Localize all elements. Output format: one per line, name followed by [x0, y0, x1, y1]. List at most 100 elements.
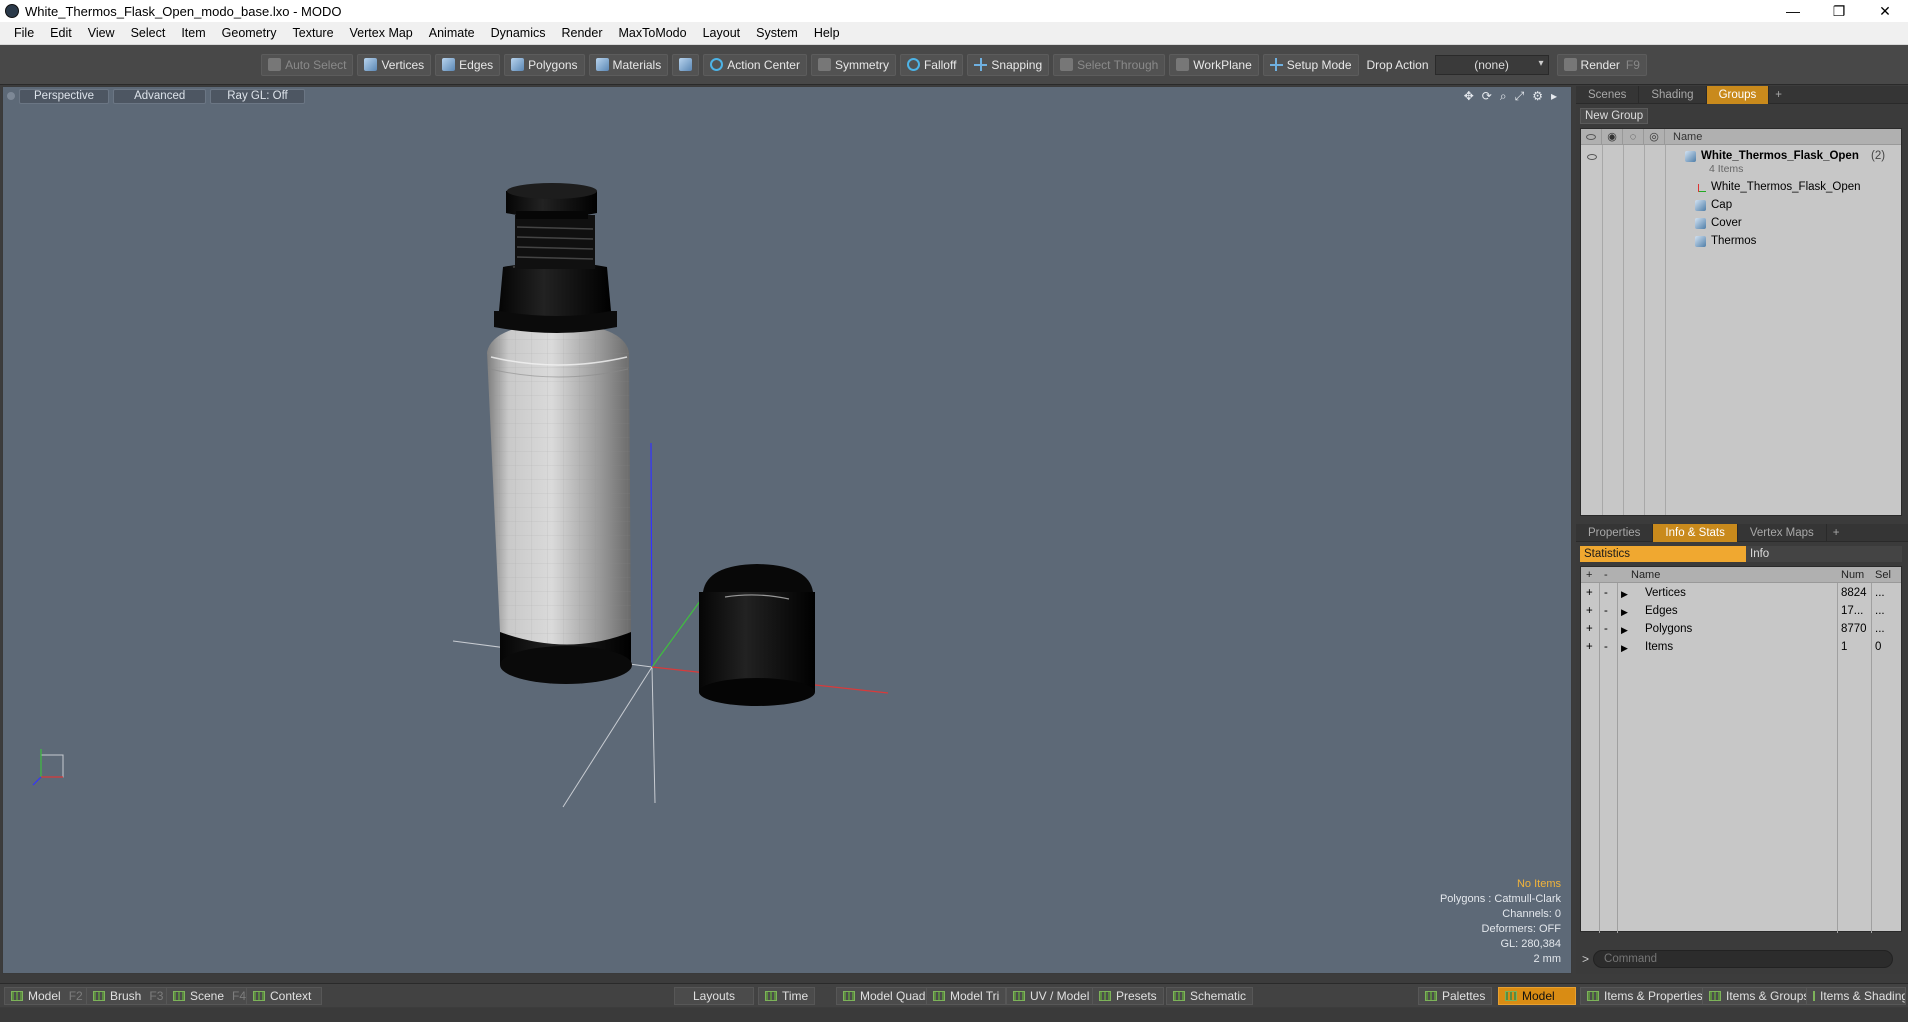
polygons-button[interactable]: Polygons [504, 53, 585, 76]
tree-item-cover[interactable]: Cover [1581, 214, 1901, 232]
menu-view[interactable]: View [80, 26, 123, 40]
items-properties-tab[interactable]: Items & Properties [1580, 987, 1710, 1005]
minimize-button[interactable]: — [1770, 0, 1816, 22]
menu-vertex-map[interactable]: Vertex Map [342, 26, 421, 40]
tab-groups[interactable]: Groups [1706, 85, 1770, 104]
expand-arrow-icon[interactable]: ▶ [1621, 643, 1628, 654]
materials-button[interactable]: Materials [588, 53, 669, 76]
menu-maxtomodo[interactable]: MaxToModo [611, 26, 695, 40]
table-row[interactable]: + - ▶ Polygons 8770 ... [1581, 621, 1901, 639]
vertices-button[interactable]: Vertices [357, 53, 432, 76]
items-groups-tab[interactable]: Items & Groups [1702, 987, 1817, 1005]
presets-tab[interactable]: Presets [1092, 987, 1164, 1005]
workplane-button[interactable]: WorkPlane [1169, 53, 1259, 76]
thermos-thread[interactable] [515, 215, 595, 269]
menu-system[interactable]: System [748, 26, 806, 40]
layout-brush-tab[interactable]: Brush F3 [86, 987, 171, 1005]
collapse-all-icon[interactable]: - [1604, 569, 1608, 581]
menu-geometry[interactable]: Geometry [214, 26, 285, 40]
settings-icon[interactable]: ⚙ [1532, 89, 1543, 104]
select-column-icon[interactable]: ◎ [1644, 128, 1665, 145]
expand-arrow-icon[interactable]: ▶ [1621, 607, 1628, 618]
time-tab[interactable]: Time [758, 987, 816, 1005]
expand-all-icon[interactable]: + [1586, 569, 1592, 581]
menu-render[interactable]: Render [554, 26, 611, 40]
table-row[interactable]: + - ▶ Vertices 8824 ... [1581, 585, 1901, 603]
viewport-scene[interactable] [3, 87, 1572, 974]
falloff-button[interactable]: Falloff [899, 53, 964, 76]
table-row[interactable]: + - ▶ Items 1 0 [1581, 639, 1901, 657]
render-column-icon[interactable]: ◉ [1602, 128, 1623, 145]
menu-animate[interactable]: Animate [421, 26, 483, 40]
menu-select[interactable]: Select [123, 26, 174, 40]
menu-help[interactable]: Help [806, 26, 848, 40]
layouts-button[interactable]: Layouts [674, 987, 754, 1005]
tab-scenes[interactable]: Scenes [1576, 85, 1640, 104]
expand-arrow-icon[interactable]: ▶ [1621, 589, 1628, 600]
schematic-tab[interactable]: Schematic [1166, 987, 1254, 1005]
auto-select-button[interactable]: Auto Select [261, 53, 354, 76]
select-through-button[interactable]: Select Through [1053, 53, 1166, 76]
add-icon[interactable]: + [1586, 623, 1593, 635]
menu-layout[interactable]: Layout [695, 26, 749, 40]
uv-model-tab[interactable]: UV / Model [1006, 987, 1097, 1005]
tab-vertex-maps[interactable]: Vertex Maps [1738, 523, 1827, 542]
add-icon[interactable]: + [1586, 641, 1593, 653]
advanced-tab[interactable]: Advanced [113, 88, 207, 104]
render-button[interactable]: Render F9 [1556, 53, 1647, 76]
layout-model-tab[interactable]: Model F2 [4, 987, 90, 1005]
lock-column-icon[interactable]: ◌ [1623, 128, 1644, 145]
menu-dynamics[interactable]: Dynamics [483, 26, 554, 40]
model-quad-tab[interactable]: Model Quad [836, 987, 933, 1005]
table-row[interactable]: + - ▶ Edges 17... ... [1581, 603, 1901, 621]
tab-shading[interactable]: Shading [1639, 85, 1707, 104]
add-icon[interactable]: + [1586, 587, 1593, 599]
items-shading-tab[interactable]: Items & Shading [1806, 987, 1906, 1005]
thermos-neck[interactable] [499, 262, 611, 316]
command-input[interactable] [1593, 950, 1894, 968]
pan-icon[interactable]: ✥ [1464, 89, 1474, 104]
add-icon[interactable]: + [1586, 605, 1593, 617]
zoom-icon[interactable]: ⌕ [1500, 89, 1507, 104]
add-tab-button[interactable]: + [1827, 524, 1846, 542]
palettes-button[interactable]: Palettes [1418, 987, 1493, 1005]
tree-item-cap[interactable]: Cap [1581, 196, 1901, 214]
perspective-tab[interactable]: Perspective [19, 88, 110, 104]
select-tool-button-a[interactable] [672, 53, 700, 76]
tab-info-stats[interactable]: Info & Stats [1653, 523, 1738, 542]
subtab-info[interactable]: Info [1746, 546, 1902, 562]
visibility-column-icon[interactable] [1581, 128, 1602, 145]
menu-file[interactable]: File [6, 26, 42, 40]
add-tab-button[interactable]: + [1769, 86, 1788, 104]
subtab-statistics[interactable]: Statistics [1580, 546, 1746, 562]
model-layout-active[interactable]: Model [1498, 987, 1576, 1005]
remove-icon[interactable]: - [1604, 605, 1608, 617]
remove-icon[interactable]: - [1604, 587, 1608, 599]
menu-texture[interactable]: Texture [285, 26, 342, 40]
tree-item-thermos[interactable]: Thermos [1581, 232, 1901, 250]
tree-item-locator[interactable]: White_Thermos_Flask_Open [1581, 178, 1901, 196]
action-center-button[interactable]: Action Center [703, 53, 807, 76]
drop-action-select[interactable]: (none) [1434, 54, 1549, 75]
edges-button[interactable]: Edges [435, 53, 501, 76]
raygl-tab[interactable]: Ray GL: Off [210, 88, 305, 104]
fit-icon[interactable]: ⤢ [1515, 89, 1525, 104]
remove-icon[interactable]: - [1604, 641, 1608, 653]
viewport-menu-dot-icon[interactable] [7, 92, 15, 100]
new-group-button[interactable]: New Group [1580, 108, 1649, 124]
menu-item[interactable]: Item [173, 26, 213, 40]
snapping-button[interactable]: Snapping [967, 53, 1050, 76]
layout-scene-tab[interactable]: Scene F4 [166, 987, 254, 1005]
rotate-icon[interactable]: ⟳ [1482, 89, 1492, 104]
remove-icon[interactable]: - [1604, 623, 1608, 635]
symmetry-button[interactable]: Symmetry [810, 53, 896, 76]
close-button[interactable]: ✕ [1862, 0, 1908, 22]
3d-viewport[interactable]: Perspective Advanced Ray GL: Off ✥ ⟳ ⌕ ⤢… [2, 86, 1572, 974]
expand-arrow-icon[interactable]: ▶ [1621, 625, 1628, 636]
expand-icon[interactable]: ▸ [1551, 89, 1557, 104]
setup-mode-button[interactable]: Setup Mode [1262, 53, 1359, 76]
tab-properties[interactable]: Properties [1576, 523, 1654, 542]
restore-button[interactable]: ❐ [1816, 0, 1862, 22]
layout-context-tab[interactable]: Context [246, 987, 322, 1005]
menu-edit[interactable]: Edit [42, 26, 80, 40]
